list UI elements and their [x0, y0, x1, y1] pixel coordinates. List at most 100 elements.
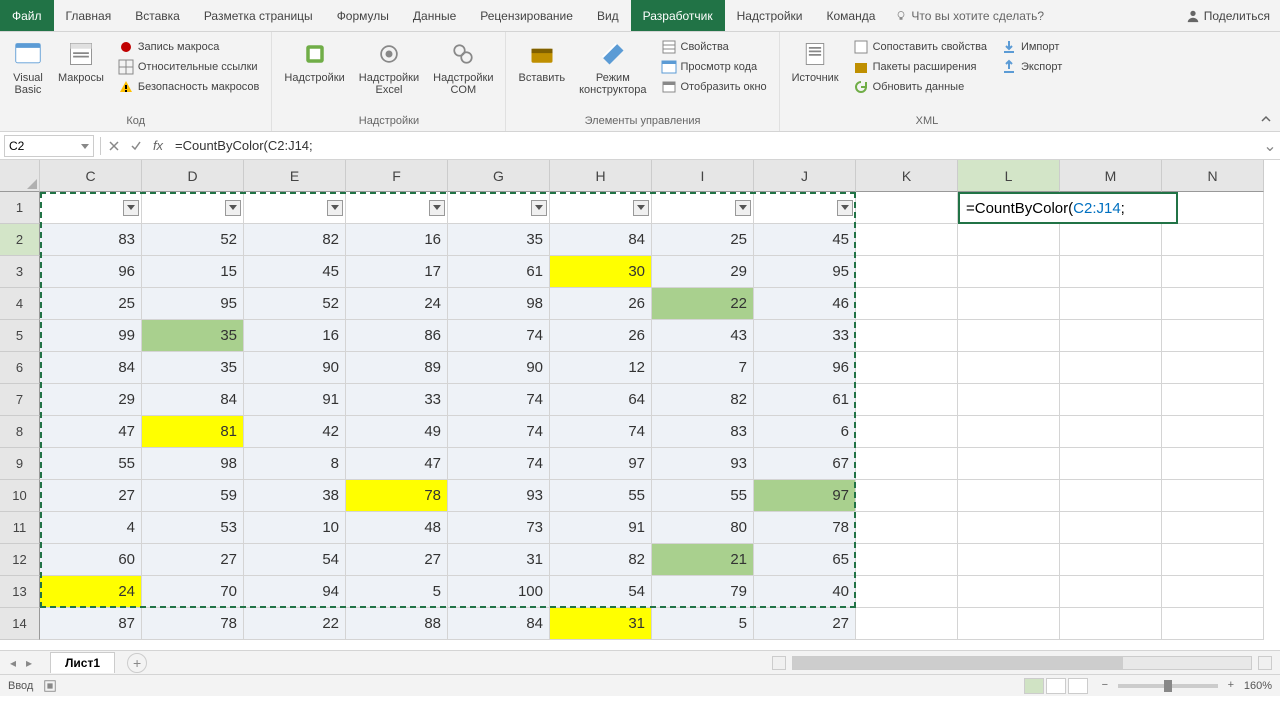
cell[interactable]: 93 [652, 448, 754, 480]
cell[interactable] [652, 192, 754, 224]
column-header[interactable]: H [550, 160, 652, 192]
cell[interactable] [1162, 320, 1264, 352]
cell[interactable]: 79 [652, 576, 754, 608]
view-page-break-button[interactable] [1068, 678, 1088, 694]
cell[interactable]: 48 [346, 512, 448, 544]
cell[interactable] [448, 192, 550, 224]
cell[interactable]: 82 [550, 544, 652, 576]
cell[interactable]: 27 [142, 544, 244, 576]
cell[interactable] [1162, 256, 1264, 288]
cell[interactable] [1060, 480, 1162, 512]
row-header[interactable]: 14 [0, 608, 40, 640]
cell[interactable]: 33 [754, 320, 856, 352]
cell[interactable]: 90 [448, 352, 550, 384]
filter-dropdown-button[interactable] [327, 200, 343, 216]
row-header[interactable]: 11 [0, 512, 40, 544]
tab-addins[interactable]: Надстройки [725, 0, 815, 31]
cell[interactable]: 91 [244, 384, 346, 416]
column-header[interactable]: G [448, 160, 550, 192]
row-header[interactable]: 8 [0, 416, 40, 448]
cell[interactable] [1162, 448, 1264, 480]
cancel-formula-button[interactable] [103, 135, 125, 157]
tab-page-layout[interactable]: Разметка страницы [192, 0, 325, 31]
cell[interactable] [1060, 448, 1162, 480]
cell[interactable] [1162, 512, 1264, 544]
cell[interactable]: 70 [142, 576, 244, 608]
cell[interactable]: 25 [652, 224, 754, 256]
formula-input[interactable]: =CountByColor(C2:J14; [169, 138, 1260, 153]
cell[interactable] [958, 288, 1060, 320]
cell[interactable]: 98 [448, 288, 550, 320]
cell[interactable]: 22 [652, 288, 754, 320]
cell[interactable] [1060, 384, 1162, 416]
cell[interactable]: 10 [244, 512, 346, 544]
cell[interactable]: 74 [448, 416, 550, 448]
cell[interactable]: 98 [142, 448, 244, 480]
cell[interactable] [1162, 544, 1264, 576]
view-normal-button[interactable] [1024, 678, 1044, 694]
filter-dropdown-button[interactable] [123, 200, 139, 216]
cell[interactable]: 29 [652, 256, 754, 288]
column-header[interactable]: J [754, 160, 856, 192]
cell[interactable]: 7 [652, 352, 754, 384]
cell[interactable]: 31 [448, 544, 550, 576]
cell[interactable]: 38 [244, 480, 346, 512]
import-button[interactable]: Импорт [999, 38, 1064, 56]
sheet-tab-active[interactable]: Лист1 [50, 652, 115, 673]
accept-formula-button[interactable] [125, 135, 147, 157]
cell[interactable]: 67 [754, 448, 856, 480]
cell[interactable]: 43 [652, 320, 754, 352]
cell[interactable]: 22 [244, 608, 346, 640]
cell[interactable]: 53 [142, 512, 244, 544]
cell[interactable]: 47 [346, 448, 448, 480]
cell[interactable] [244, 192, 346, 224]
hscroll-right-button[interactable] [1258, 656, 1272, 670]
tab-formulas[interactable]: Формулы [325, 0, 401, 31]
cell[interactable]: 87 [40, 608, 142, 640]
export-button[interactable]: Экспорт [999, 58, 1064, 76]
cell[interactable]: 61 [754, 384, 856, 416]
cell[interactable] [958, 512, 1060, 544]
cell[interactable]: 74 [448, 448, 550, 480]
cell[interactable]: 81 [142, 416, 244, 448]
cell[interactable]: 78 [142, 608, 244, 640]
cell[interactable]: 95 [754, 256, 856, 288]
cell[interactable] [856, 512, 958, 544]
cell[interactable] [1060, 576, 1162, 608]
cell[interactable] [958, 608, 1060, 640]
filter-dropdown-button[interactable] [531, 200, 547, 216]
column-header[interactable]: K [856, 160, 958, 192]
cell[interactable] [856, 576, 958, 608]
view-page-layout-button[interactable] [1046, 678, 1066, 694]
cell[interactable]: 42 [244, 416, 346, 448]
cell[interactable]: 82 [652, 384, 754, 416]
design-mode-button[interactable]: Режим конструктора [573, 36, 652, 113]
expand-formula-bar-button[interactable]: ⌄ [1260, 136, 1280, 156]
cell[interactable]: 55 [550, 480, 652, 512]
cell[interactable]: 17 [346, 256, 448, 288]
zoom-out-button[interactable]: − [1098, 679, 1112, 693]
cell[interactable]: 27 [40, 480, 142, 512]
row-header[interactable]: 9 [0, 448, 40, 480]
cell[interactable] [1162, 352, 1264, 384]
cell[interactable]: 30 [550, 256, 652, 288]
cell[interactable] [346, 192, 448, 224]
cell[interactable]: 100 [448, 576, 550, 608]
cell[interactable] [1162, 480, 1264, 512]
row-header[interactable]: 2 [0, 224, 40, 256]
filter-dropdown-button[interactable] [429, 200, 445, 216]
cell[interactable]: 61 [448, 256, 550, 288]
tab-review[interactable]: Рецензирование [468, 0, 585, 31]
cell[interactable]: 27 [754, 608, 856, 640]
cell[interactable] [958, 448, 1060, 480]
cell[interactable]: 16 [346, 224, 448, 256]
cell[interactable] [856, 384, 958, 416]
row-header[interactable]: 7 [0, 384, 40, 416]
cell[interactable]: 90 [244, 352, 346, 384]
cell[interactable] [1060, 416, 1162, 448]
filter-dropdown-button[interactable] [837, 200, 853, 216]
macro-security-button[interactable]: Безопасность макросов [116, 78, 262, 96]
cell[interactable]: 74 [448, 320, 550, 352]
cell[interactable]: 84 [448, 608, 550, 640]
relative-refs-button[interactable]: Относительные ссылки [116, 58, 262, 76]
